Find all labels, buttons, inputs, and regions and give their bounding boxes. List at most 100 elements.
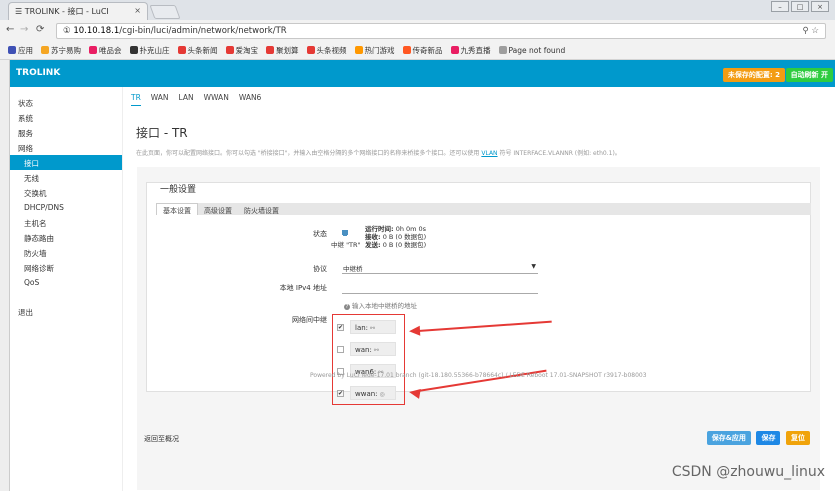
- sidebar-item[interactable]: 网络: [10, 140, 122, 155]
- relay-checkbox[interactable]: ✔: [337, 390, 344, 397]
- relay-network-label: lan:: [355, 324, 369, 332]
- forward-arrow-icon[interactable]: →: [20, 24, 28, 35]
- bookmark-favicon-icon: [225, 46, 234, 54]
- sidebar-item[interactable]: 防火墙: [10, 245, 122, 260]
- rx-label: 接收:: [365, 233, 381, 241]
- powered-by-footer: Powered by LuCI lede-17.01 branch (git-1…: [310, 372, 647, 379]
- bookmark-favicon-icon: [266, 46, 274, 54]
- bookmark-item[interactable]: 唯品会: [89, 45, 122, 56]
- bookmark-item[interactable]: 热门游戏: [354, 45, 395, 56]
- sidebar-item[interactable]: 系统: [10, 110, 122, 125]
- bookmark-label: 传奇新品: [412, 46, 443, 55]
- back-arrow-icon[interactable]: ←: [6, 24, 14, 35]
- settings-tab[interactable]: 基本设置: [156, 203, 198, 215]
- bookmark-item[interactable]: 头条视频: [306, 45, 347, 56]
- ipv4-hint: ? 输入本地中继桥的地址: [344, 300, 417, 310]
- interface-tab[interactable]: LAN: [179, 93, 194, 105]
- relay-network-label: wwan:: [355, 390, 378, 398]
- settings-tab[interactable]: 防火墙设置: [238, 204, 285, 216]
- bookmark-item[interactable]: 头条新闻: [177, 45, 218, 56]
- sidebar-item[interactable]: 接口: [10, 155, 122, 170]
- sidebar-item[interactable]: 静态路由: [10, 230, 122, 245]
- ethernet-icon: ⚯: [370, 325, 376, 332]
- bookmark-item[interactable]: 聚划算: [266, 45, 299, 56]
- bookmark-favicon-icon: [8, 46, 16, 54]
- bookmarks-bar: 应用 苏宁易购 唯品会 扑克山庄 头条新闻 爱淘宝 聚划算 头条视频 热门游戏 传奇新品 九秀直播 P…: [0, 42, 835, 60]
- bookmark-item[interactable]: 苏宁易购: [41, 45, 81, 56]
- bookmark-label: 热门游戏: [364, 46, 395, 55]
- sidebar-logout[interactable]: 退出: [10, 304, 122, 319]
- protocol-select[interactable]: 中继桥 ▼: [342, 263, 538, 274]
- zoom-star-icon[interactable]: ⚲ ☆: [802, 26, 819, 36]
- bookmark-item[interactable]: 传奇新品: [402, 45, 443, 56]
- sidebar-item[interactable]: 主机名: [10, 215, 122, 230]
- main-content: TR WAN LAN WWAN WAN6 接口 - TR 在此页面，你可以配置网络接口。…: [123, 87, 835, 491]
- relay-checkbox[interactable]: [337, 346, 344, 353]
- sidebar-item[interactable]: 交换机: [10, 185, 122, 200]
- sidebar-item[interactable]: QoS: [10, 275, 122, 290]
- browser-tab[interactable]: ☰ TROLINK - 接口 - LuCI ×: [8, 2, 148, 20]
- relay-network-chip[interactable]: wan: ⚯: [350, 342, 396, 356]
- reset-button[interactable]: 复位: [786, 431, 810, 445]
- sidebar-item[interactable]: 无线: [10, 170, 122, 185]
- left-edge-strip: [0, 60, 10, 491]
- sidebar-item[interactable]: 网络诊断: [10, 260, 122, 275]
- url-input[interactable]: ① 10.10.18.1/cgi-bin/luci/admin/network/…: [56, 23, 826, 39]
- reload-icon[interactable]: ⟳: [36, 24, 44, 35]
- browser-titlebar: ☰ TROLINK - 接口 - LuCI × – □ ×: [0, 0, 835, 20]
- settings-tab[interactable]: 高级设置: [198, 204, 238, 216]
- bookmark-favicon-icon: [402, 46, 411, 54]
- address-bar-row: ← → ⟳ ① 10.10.18.1/cgi-bin/luci/admin/ne…: [0, 20, 835, 42]
- interface-tab[interactable]: TR: [131, 93, 141, 106]
- bookmark-item[interactable]: Page not found: [498, 46, 565, 55]
- relay-network-chip[interactable]: lan: ⚯: [350, 320, 396, 334]
- maximize-icon[interactable]: □: [791, 1, 809, 12]
- bookmark-item[interactable]: 应用: [8, 45, 33, 56]
- unsaved-changes-badge[interactable]: 未保存的配置: 2: [722, 68, 785, 82]
- bookmark-favicon-icon: [450, 46, 459, 54]
- save-apply-button[interactable]: 保存&应用: [706, 431, 751, 445]
- relay-label: 网络间中继: [292, 316, 327, 324]
- url-host: 10.10.18.1: [73, 26, 120, 36]
- interface-tab[interactable]: WAN6: [239, 93, 262, 105]
- sidebar-item[interactable]: 状态: [10, 95, 122, 110]
- ipv4-input[interactable]: [342, 283, 538, 294]
- bookmark-favicon-icon: [306, 46, 315, 54]
- bookmark-label: 头条视频: [316, 46, 347, 55]
- form-buttons: 保存&应用 保存 复位: [704, 431, 810, 445]
- sidebar-item[interactable]: DHCP/DNS: [10, 200, 122, 215]
- bookmark-favicon-icon: [354, 46, 363, 54]
- interface-tab[interactable]: WWAN: [204, 93, 229, 105]
- relay-network-chip[interactable]: wwan: ◎: [350, 386, 396, 400]
- minimize-icon[interactable]: –: [771, 1, 789, 12]
- back-to-overview-link[interactable]: 返回至概况: [144, 434, 179, 444]
- bookmark-label: 唯品会: [99, 46, 122, 55]
- relay-interface-icon: [342, 230, 348, 236]
- url-path: /cgi-bin/luci/admin/network/network/TR: [119, 26, 287, 36]
- bookmark-favicon-icon: [177, 46, 186, 54]
- vlan-link[interactable]: VLAN: [481, 150, 497, 157]
- relay-network-row: ✔ wwan: ◎: [337, 384, 401, 402]
- sidebar: 状态 系统 服务 网络 接口 无线 交换机 DHCP/DNS 主机名 静态路由 防火墙 网络诊断 QoS…: [10, 87, 123, 491]
- window-close-icon[interactable]: ×: [811, 1, 829, 12]
- bookmark-item[interactable]: 爱淘宝: [225, 45, 258, 56]
- save-button[interactable]: 保存: [756, 431, 781, 445]
- bookmark-favicon-icon: [89, 46, 97, 54]
- settings-panel: 一般设置 基本设置 高级设置 防火墙设置 状态 中继 "TR" 运行时间: 0h 0…: [137, 167, 820, 490]
- app-header: TROLINK 未保存的配置: 2 自动刷新 开: [10, 60, 835, 87]
- new-tab-button[interactable]: [149, 5, 181, 19]
- desc-text: 在此页面，你可以配置网络接口。你可以勾选 "桥接接口"，并输入由空格分隔的多个网…: [136, 150, 480, 157]
- tx-label: 发送:: [365, 241, 381, 249]
- relay-checkbox[interactable]: ✔: [337, 324, 344, 331]
- sidebar-item[interactable]: 服务: [10, 125, 122, 140]
- page-title: 接口 - TR: [136, 126, 188, 140]
- autorefresh-toggle[interactable]: 自动刷新 开: [785, 68, 833, 82]
- tab-close-icon[interactable]: ×: [134, 6, 141, 15]
- bookmark-item[interactable]: 扑克山庄: [129, 45, 170, 56]
- status-details: 运行时间: 0h 0m 0s 接收: 0 B (0 数据包) 发送: 0 B (…: [365, 225, 426, 249]
- bookmark-item[interactable]: 九秀直播: [450, 45, 491, 56]
- bookmark-label: 扑克山庄: [139, 46, 170, 55]
- brand-logo[interactable]: TROLINK: [16, 68, 60, 78]
- bookmark-favicon-icon: [129, 46, 138, 54]
- interface-tab[interactable]: WAN: [151, 93, 169, 105]
